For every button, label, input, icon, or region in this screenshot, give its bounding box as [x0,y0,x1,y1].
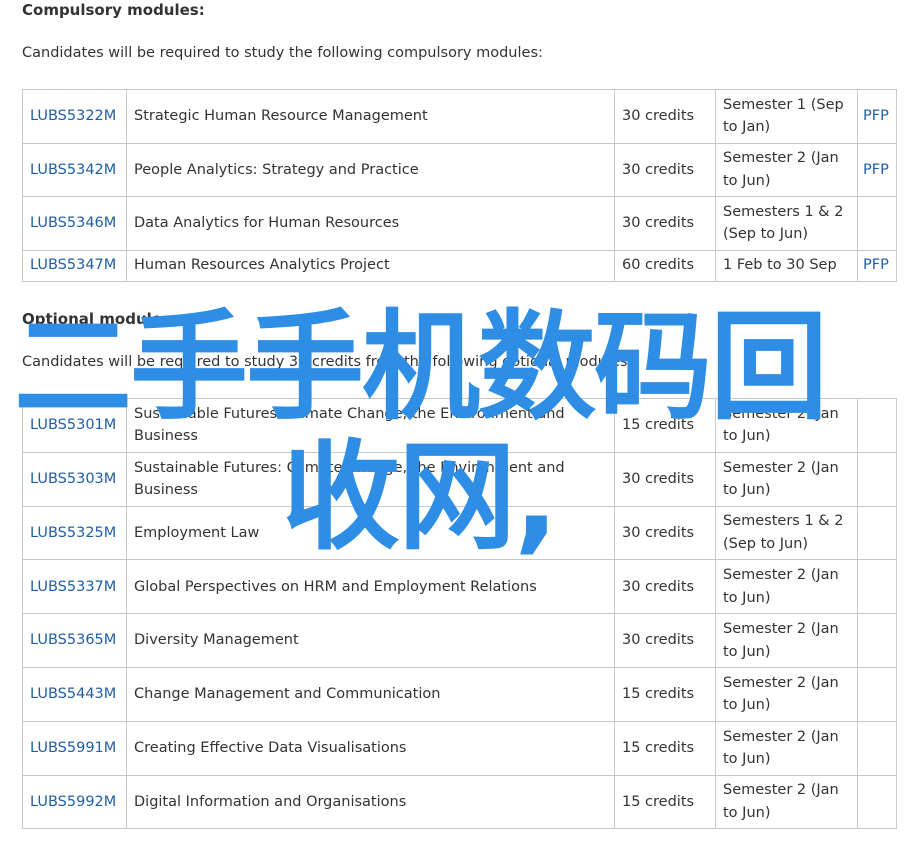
module-semester: Semester 1 (Sep to Jan) [715,89,858,144]
module-code-link[interactable]: LUBS5991M [30,740,116,756]
module-semester: Semester 2 (Jan to Jun) [715,142,858,197]
module-title: Employment Law [126,505,615,561]
module-semester: Semester 2 (Jan to Jun) [715,613,858,668]
compulsory-heading: Compulsory modules: [22,1,205,19]
table-row: LUBS5346M Data Analytics for Human Resou… [22,196,897,251]
module-title: Human Resources Analytics Project [126,249,615,282]
pfp-cell [857,666,897,722]
module-code-cell: LUBS5991M [22,720,127,776]
module-credits: 60 credits [614,249,716,282]
module-credits: 30 credits [614,142,716,197]
pfp-link[interactable]: PFP [863,162,889,178]
optional-intro: Candidates will be required to study 30 … [22,354,633,370]
table-row: LUBS5991M Creating Effective Data Visual… [22,720,897,776]
compulsory-modules-table: LUBS5322M Strategic Human Resource Manag… [22,89,897,282]
module-code-cell: LUBS5303M [22,451,127,507]
table-row: LUBS5992M Digital Information and Organi… [22,774,897,830]
module-code-link[interactable]: LUBS5365M [30,632,116,648]
module-semester: 1 Feb to 30 Sep [715,249,858,282]
module-semester: Semester 2 (Jan to Jun) [715,451,858,507]
module-code-link[interactable]: LUBS5992M [30,794,116,810]
pfp-cell [857,613,897,668]
pfp-cell [857,196,897,251]
optional-modules-table: LUBS5301M Sustainable Futures: Climate C… [22,398,897,830]
module-code-link[interactable]: LUBS5346M [30,215,116,231]
module-title: Diversity Management [126,613,615,668]
pfp-cell [857,559,897,615]
module-code-link[interactable]: LUBS5325M [30,525,116,541]
pfp-cell [857,451,897,507]
module-credits: 15 credits [614,398,716,453]
module-credits: 30 credits [614,559,716,615]
module-credits: 30 credits [614,613,716,668]
pfp-link[interactable]: PFP [863,257,889,273]
module-credits: 30 credits [614,505,716,561]
module-semester: Semester 2 (Jan to Jun) [715,720,858,776]
pfp-cell [857,505,897,561]
module-code-cell: LUBS5322M [22,89,127,144]
table-row: LUBS5347M Human Resources Analytics Proj… [22,249,897,282]
module-code-cell: LUBS5365M [22,613,127,668]
module-title: Data Analytics for Human Resources [126,196,615,251]
table-row: LUBS5322M Strategic Human Resource Manag… [22,89,897,144]
table-row: LUBS5337M Global Perspectives on HRM and… [22,559,897,615]
module-semester: Semester 2 (Jan to Jun) [715,666,858,722]
pfp-cell [857,720,897,776]
module-code-link[interactable]: LUBS5322M [30,108,116,124]
module-credits: 15 credits [614,720,716,776]
module-semester: Semester 2 (Jan to Jun) [715,774,858,830]
module-code-link[interactable]: LUBS5342M [30,162,116,178]
module-title: Global Perspectives on HRM and Employmen… [126,559,615,615]
table-row: LUBS5325M Employment Law 30 credits Seme… [22,505,897,561]
module-title: Digital Information and Organisations [126,774,615,830]
table-row: LUBS5365M Diversity Management 30 credit… [22,613,897,668]
module-code-cell: LUBS5301M [22,398,127,453]
module-semester: Semesters 1 & 2 (Sep to Jun) [715,505,858,561]
module-code-cell: LUBS5342M [22,142,127,197]
module-title: Sustainable Futures: Climate Change, the… [126,451,615,507]
module-title: Creating Effective Data Visualisations [126,720,615,776]
compulsory-intro: Candidates will be required to study the… [22,45,543,61]
module-credits: 30 credits [614,89,716,144]
table-row: LUBS5301M Sustainable Futures: Climate C… [22,398,897,453]
module-semester: Semester 2 (Jan to Jun) [715,398,858,453]
module-credits: 30 credits [614,196,716,251]
module-code-cell: LUBS5443M [22,666,127,722]
pfp-cell [857,398,897,453]
pfp-cell: PFP [857,89,897,144]
module-credits: 30 credits [614,451,716,507]
module-code-link[interactable]: LUBS5303M [30,471,116,487]
module-code-cell: LUBS5325M [22,505,127,561]
module-title: Change Management and Communication [126,666,615,722]
module-credits: 15 credits [614,666,716,722]
pfp-cell: PFP [857,249,897,282]
pfp-cell [857,774,897,830]
module-semester: Semester 2 (Jan to Jun) [715,559,858,615]
module-title: Strategic Human Resource Management [126,89,615,144]
module-code-cell: LUBS5346M [22,196,127,251]
module-semester: Semesters 1 & 2 (Sep to Jun) [715,196,858,251]
module-code-cell: LUBS5337M [22,559,127,615]
module-code-link[interactable]: LUBS5337M [30,579,116,595]
pfp-link[interactable]: PFP [863,108,889,124]
table-row: LUBS5443M Change Management and Communic… [22,666,897,722]
table-row: LUBS5303M Sustainable Futures: Climate C… [22,451,897,507]
pfp-cell: PFP [857,142,897,197]
optional-heading: Optional modules: [22,310,177,328]
module-code-cell: LUBS5992M [22,774,127,830]
module-credits: 15 credits [614,774,716,830]
module-code-link[interactable]: LUBS5443M [30,686,116,702]
module-code-cell: LUBS5347M [22,249,127,282]
table-row: LUBS5342M People Analytics: Strategy and… [22,142,897,197]
module-title: People Analytics: Strategy and Practice [126,142,615,197]
module-title: Sustainable Futures: Climate Change, the… [126,398,615,453]
module-code-link[interactable]: LUBS5347M [30,257,116,273]
module-code-link[interactable]: LUBS5301M [30,417,116,433]
